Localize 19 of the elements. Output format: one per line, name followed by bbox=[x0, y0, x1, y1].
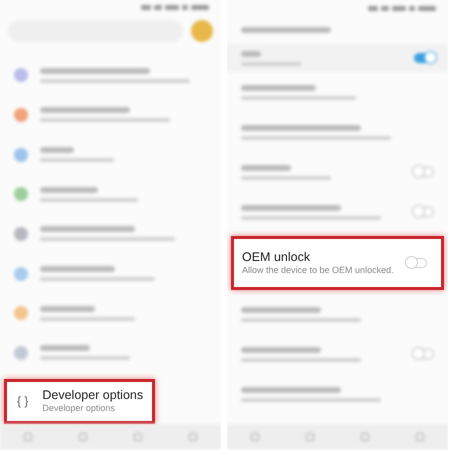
status-icon bbox=[191, 5, 209, 10]
status-icon bbox=[418, 6, 436, 10]
status-icon bbox=[392, 6, 406, 10]
toggle-switch[interactable] bbox=[414, 349, 434, 359]
toggle-switch[interactable] bbox=[407, 258, 427, 268]
toggle-switch[interactable] bbox=[414, 207, 434, 217]
status-icon bbox=[165, 5, 179, 10]
item-subtitle: Developer options bbox=[42, 403, 116, 415]
item-subtitle: Allow the device to be OEM unlocked. bbox=[242, 264, 394, 276]
toggle-switch[interactable] bbox=[414, 53, 434, 63]
item-title: Developer options bbox=[42, 388, 144, 404]
status-icon bbox=[409, 6, 415, 10]
item-title: OEM unlock bbox=[242, 250, 312, 265]
setting-item[interactable]: OEM unlock Allow the device to be OEM unlocked. bbox=[231, 236, 444, 290]
toggle-switch[interactable] bbox=[414, 167, 434, 177]
status-icon bbox=[182, 5, 188, 10]
braces-icon: { } bbox=[17, 392, 28, 410]
menu-item[interactable]: { } Developer options Developer options bbox=[4, 378, 155, 424]
avatar-icon[interactable] bbox=[191, 20, 213, 42]
